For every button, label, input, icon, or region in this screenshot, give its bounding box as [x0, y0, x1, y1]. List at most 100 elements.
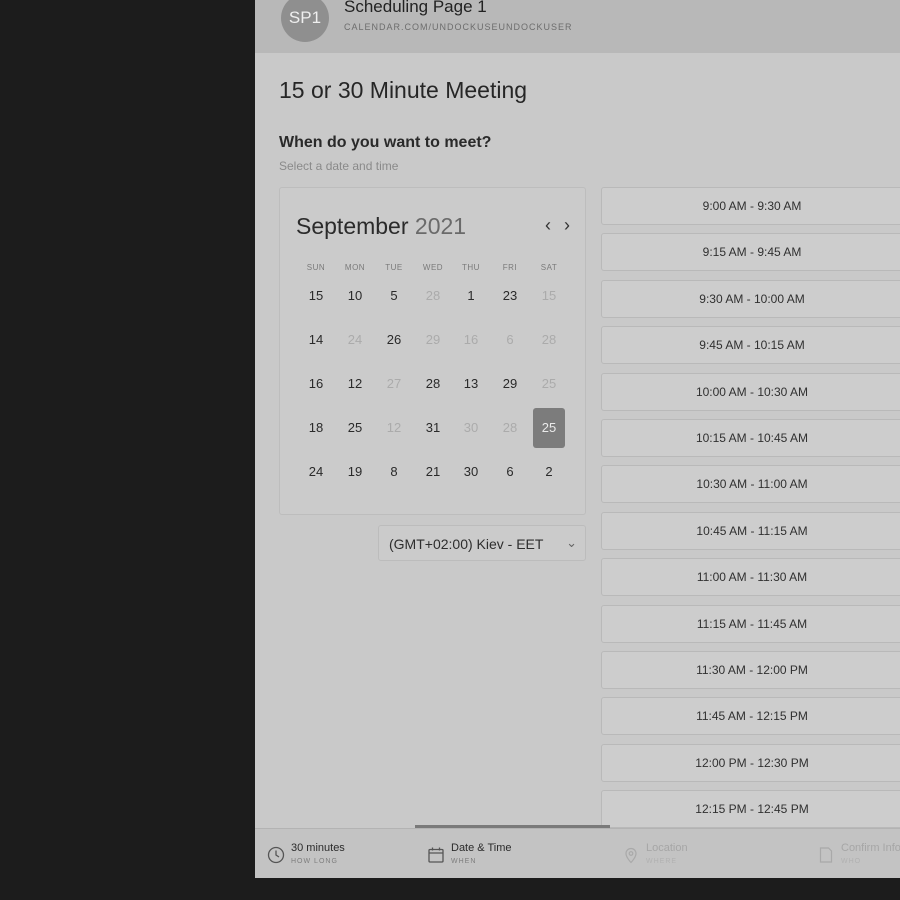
weekday-header: SAT: [540, 263, 558, 272]
calendar-day[interactable]: 24: [300, 452, 332, 492]
calendar-year: 2021: [414, 213, 467, 239]
calendar-day[interactable]: 29: [494, 364, 526, 404]
scheduling-page: SP1 Scheduling Page 1 CALENDAR.COM/UNDOC…: [255, 0, 900, 878]
calendar-day: 6: [506, 332, 514, 347]
time-slot-button[interactable]: 10:00 AM - 10:30 AM: [601, 372, 900, 411]
weekday-header: WED: [422, 263, 444, 272]
time-slot-button[interactable]: 11:15 AM - 11:45 AM: [601, 604, 900, 643]
calendar-day[interactable]: 6: [494, 452, 526, 492]
time-slot-label: 10:15 AM - 10:45 AM: [695, 431, 809, 445]
clock-icon: [267, 846, 285, 864]
time-slot-label: 9:15 AM - 9:45 AM: [702, 245, 802, 260]
calendar-icon: [427, 846, 445, 864]
calendar-day[interactable]: 13: [455, 364, 487, 404]
calendar-day: 29: [425, 332, 441, 347]
calendar-day[interactable]: 10: [339, 276, 371, 316]
page-header: SP1 Scheduling Page 1 CALENDAR.COM/UNDOC…: [255, 0, 900, 53]
calendar-day: 28: [541, 332, 557, 347]
calendar-day[interactable]: 28: [417, 364, 449, 404]
calendar-day: 28: [425, 288, 441, 303]
time-slot-button[interactable]: 11:45 AM - 12:15 PM: [601, 697, 900, 736]
calendar-day[interactable]: 12: [339, 364, 371, 404]
timezone-select[interactable]: (GMT+02:00) Kiev - EET ⌄: [378, 525, 586, 561]
time-slot-button[interactable]: 10:15 AM - 10:45 AM: [601, 419, 900, 457]
footer-step-subtitle: WHERE: [646, 858, 678, 865]
time-slot-button[interactable]: 11:30 AM - 12:00 PM: [601, 651, 900, 689]
calendar-card: September 2021 ‹ › SUN MON TUE WED THU FRI SAT…: [279, 187, 586, 515]
calendar-day[interactable]: 2: [533, 452, 565, 492]
time-slot-label: 9:30 AM - 10:00 AM: [699, 291, 805, 306]
calendar-day[interactable]: 18: [300, 408, 332, 448]
calendar-day[interactable]: 14: [300, 320, 332, 360]
time-slot-button[interactable]: 9:30 AM - 10:00 AM: [601, 279, 900, 318]
weekday-header: SUN: [306, 263, 326, 272]
calendar-day: 28: [502, 420, 518, 435]
time-slot-label: 11:45 AM - 12:15 PM: [696, 709, 808, 724]
calendar-day: 15: [541, 288, 557, 303]
meeting-title: 15 or 30 Minute Meeting: [279, 77, 528, 103]
calendar-day[interactable]: 23: [494, 276, 526, 316]
timezone-label: (GMT+02:00) Kiev - EET: [389, 536, 544, 552]
scheduling-page-title: Scheduling Page 1: [344, 0, 487, 16]
section-question: When do you want to meet?: [279, 134, 492, 151]
calendar-day[interactable]: 16: [300, 364, 332, 404]
calendar-day[interactable]: 8: [378, 452, 410, 492]
time-slot-button[interactable]: 12:15 PM - 12:45 PM: [601, 790, 900, 829]
avatar: SP1: [281, 0, 329, 42]
calendar-day: 27: [386, 376, 402, 391]
time-slot-button[interactable]: 9:45 AM - 10:15 AM: [601, 326, 900, 365]
calendar-day[interactable]: 19: [339, 452, 371, 492]
time-slot-label: 10:45 AM - 11:15 AM: [696, 523, 808, 538]
calendar-day[interactable]: 1: [455, 276, 487, 316]
chevron-down-icon: ⌄: [566, 535, 577, 550]
calendar-day[interactable]: 26: [378, 320, 410, 360]
location-pin-icon: [622, 846, 640, 864]
calendar-day: 30: [463, 420, 479, 435]
time-slot-button[interactable]: 9:00 AM - 9:30 AM: [601, 187, 900, 225]
calendar-day: 24: [347, 332, 363, 347]
footer-step-subtitle: WHEN: [451, 858, 477, 865]
footer-step-title: Date & Time: [451, 842, 512, 854]
time-slot-button[interactable]: 12:00 PM - 12:30 PM: [601, 743, 900, 782]
footer-step-subtitle: WHO: [841, 858, 862, 865]
calendar-day[interactable]: 15: [300, 276, 332, 316]
time-slot-label: 10:00 AM - 10:30 AM: [695, 384, 809, 399]
calendar-day: 12: [386, 420, 402, 435]
scheduling-page-url[interactable]: CALENDAR.COM/UNDOCKUSEUNDOCKUSER: [344, 22, 573, 32]
footer-step-title: 30 minutes: [291, 842, 345, 854]
document-icon: [817, 846, 835, 864]
time-slot-label: 11:30 AM - 12:00 PM: [696, 663, 808, 677]
prev-month-button[interactable]: ‹: [540, 214, 556, 236]
time-slot-label: 11:00 AM - 11:30 AM: [696, 570, 808, 585]
time-slot-button[interactable]: 11:00 AM - 11:30 AM: [601, 558, 900, 597]
weekday-header: FRI: [502, 263, 518, 272]
time-slot-button[interactable]: 9:15 AM - 9:45 AM: [601, 233, 900, 272]
time-slot-label: 12:15 PM - 12:45 PM: [695, 802, 809, 817]
time-slot-label: 12:00 PM - 12:30 PM: [695, 755, 809, 770]
calendar-day[interactable]: 5: [378, 276, 410, 316]
chevron-right-icon: ›: [564, 214, 570, 235]
calendar-day[interactable]: 25: [339, 408, 371, 448]
footer-step-title: Confirm Info: [841, 842, 900, 854]
step-footer: 30 minutes HOW LONG Date & Time WHEN Locatio…: [255, 828, 900, 878]
calendar-day[interactable]: 30: [455, 452, 487, 492]
next-month-button[interactable]: ›: [559, 214, 575, 236]
footer-step-subtitle: HOW LONG: [291, 858, 338, 865]
section-hint: Select a date and time: [279, 159, 399, 173]
calendar-day: 25: [541, 376, 557, 391]
weekday-header: MON: [344, 263, 366, 272]
calendar-day-selected[interactable]: 25: [533, 408, 565, 448]
weekday-header: THU: [462, 263, 480, 272]
time-slot-button[interactable]: 10:30 AM - 11:00 AM: [601, 465, 900, 504]
calendar-month: September: [296, 213, 409, 239]
time-slot-label: 9:45 AM - 10:15 AM: [699, 338, 805, 353]
time-slot-label: 10:30 AM - 11:00 AM: [696, 477, 808, 492]
calendar-day: 16: [463, 332, 479, 347]
weekday-header: TUE: [385, 263, 403, 272]
calendar-day[interactable]: 21: [417, 452, 449, 492]
time-slot-button[interactable]: 10:45 AM - 11:15 AM: [601, 511, 900, 550]
calendar-day[interactable]: 31: [417, 408, 449, 448]
footer-step-title: Location: [646, 842, 688, 854]
time-slot-label: 11:15 AM - 11:45 AM: [696, 616, 808, 631]
chevron-left-icon: ‹: [545, 214, 551, 235]
